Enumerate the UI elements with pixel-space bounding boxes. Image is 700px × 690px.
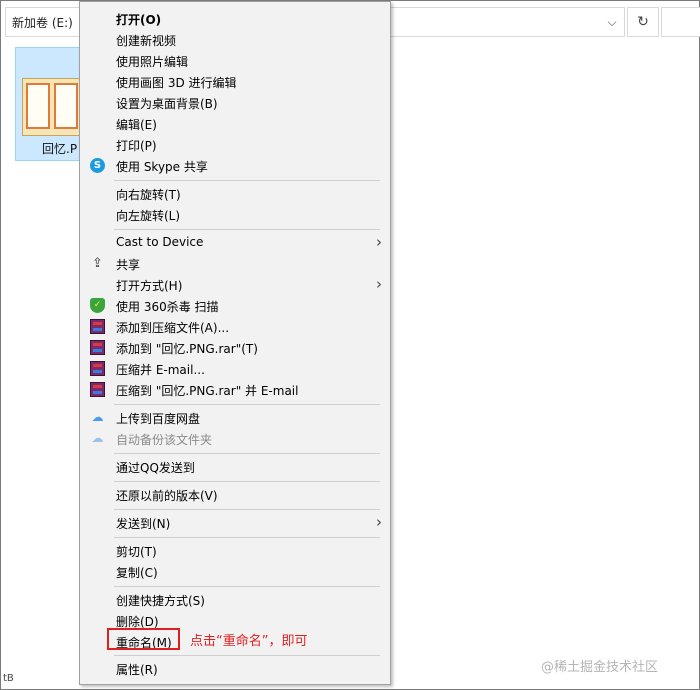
menu-separator bbox=[114, 509, 380, 510]
cloud-icon: ☁ bbox=[91, 431, 104, 445]
shield-icon: ✓ bbox=[90, 298, 105, 313]
cloud-icon: ☁ bbox=[91, 410, 104, 424]
menu-item-edit[interactable]: 编辑(E) bbox=[80, 113, 390, 134]
menu-item-add-to-archive[interactable]: 添加到压缩文件(A)... bbox=[80, 316, 390, 337]
menu-item-edit-photos[interactable]: 使用照片编辑 bbox=[80, 50, 390, 71]
menu-separator bbox=[114, 586, 380, 587]
menu-item-share[interactable]: ⇪ 共享 bbox=[80, 253, 390, 274]
menu-item-label: 剪切(T) bbox=[116, 545, 157, 559]
menu-item-cast-to-device[interactable]: Cast to Device › bbox=[80, 232, 390, 253]
share-icon: ⇪ bbox=[92, 256, 103, 271]
menu-item-label: 向左旋转(L) bbox=[116, 209, 181, 223]
menu-separator bbox=[114, 655, 380, 656]
menu-item-rotate-left[interactable]: 向左旋转(L) bbox=[80, 204, 390, 225]
chevron-down-icon[interactable]: ⌵ bbox=[603, 12, 621, 32]
menu-separator bbox=[114, 453, 380, 454]
menu-item-add-to-rar[interactable]: 添加到 "回忆.PNG.rar"(T) bbox=[80, 337, 390, 358]
menu-item-label: 使用 360杀毒 扫描 bbox=[116, 300, 219, 314]
thumbnail-page-right bbox=[54, 83, 78, 129]
menu-item-label: 上传到百度网盘 bbox=[116, 412, 201, 426]
menu-item-label: 使用照片编辑 bbox=[116, 55, 189, 69]
menu-separator bbox=[114, 180, 380, 181]
menu-item-compress-rar-email[interactable]: 压缩到 "回忆.PNG.rar" 并 E-mail bbox=[80, 379, 390, 400]
status-text: tB bbox=[3, 673, 14, 684]
menu-separator bbox=[114, 481, 380, 482]
menu-item-label: 压缩并 E-mail... bbox=[116, 363, 205, 377]
refresh-button[interactable]: ↻ bbox=[627, 7, 659, 37]
menu-item-create-video[interactable]: 创建新视频 bbox=[80, 29, 390, 50]
menu-item-upload-baidu[interactable]: ☁ 上传到百度网盘 bbox=[80, 407, 390, 428]
skype-icon: S bbox=[90, 158, 105, 173]
menu-item-label: 复制(C) bbox=[116, 566, 158, 580]
chevron-right-icon: › bbox=[376, 275, 382, 293]
menu-item-label: 创建快捷方式(S) bbox=[116, 594, 205, 608]
winrar-icon bbox=[90, 340, 105, 355]
menu-item-label: 使用 Skype 共享 bbox=[116, 160, 208, 174]
address-text: 新加卷 (E:) bbox=[12, 16, 73, 30]
menu-item-send-to[interactable]: 发送到(N) › bbox=[80, 512, 390, 533]
search-input[interactable] bbox=[661, 7, 700, 37]
menu-separator bbox=[114, 404, 380, 405]
annotation-text: 点击“重命名”，即可 bbox=[190, 634, 308, 649]
menu-item-compress-email[interactable]: 压缩并 E-mail... bbox=[80, 358, 390, 379]
chevron-right-icon: › bbox=[376, 513, 382, 531]
watermark: @稀土掘金技术社区 bbox=[541, 660, 659, 675]
menu-item-360-scan[interactable]: ✓ 使用 360杀毒 扫描 bbox=[80, 295, 390, 316]
menu-item-create-shortcut[interactable]: 创建快捷方式(S) bbox=[80, 589, 390, 610]
menu-item-label: 压缩到 "回忆.PNG.rar" 并 E-mail bbox=[116, 384, 299, 398]
menu-item-label: 属性(R) bbox=[116, 663, 158, 677]
menu-item-label: 使用画图 3D 进行编辑 bbox=[116, 76, 237, 90]
menu-item-open-with[interactable]: 打开方式(H) › bbox=[80, 274, 390, 295]
menu-item-rotate-right[interactable]: 向右旋转(T) bbox=[80, 183, 390, 204]
file-item-selected[interactable]: 回忆.P bbox=[15, 47, 89, 161]
menu-item-auto-backup: ☁ 自动备份该文件夹 bbox=[80, 428, 390, 449]
menu-item-label: 自动备份该文件夹 bbox=[116, 433, 213, 447]
menu-item-edit-paint3d[interactable]: 使用画图 3D 进行编辑 bbox=[80, 71, 390, 92]
menu-item-label: 添加到压缩文件(A)... bbox=[116, 321, 230, 335]
menu-item-label: 编辑(E) bbox=[116, 118, 157, 132]
menu-item-label: 打开方式(H) bbox=[116, 279, 183, 293]
menu-separator bbox=[114, 229, 380, 230]
thumbnail-page-left bbox=[26, 83, 50, 129]
menu-item-set-wallpaper[interactable]: 设置为桌面背景(B) bbox=[80, 92, 390, 113]
rename-highlight-box bbox=[107, 628, 180, 650]
winrar-icon bbox=[90, 361, 105, 376]
context-menu: 打开(O) 创建新视频 使用照片编辑 使用画图 3D 进行编辑 设置为桌面背景(… bbox=[79, 1, 391, 685]
file-name-label: 回忆.P bbox=[42, 142, 78, 156]
menu-item-label: 还原以前的版本(V) bbox=[116, 489, 218, 503]
menu-item-label: 打开(O) bbox=[116, 13, 162, 27]
explorer-window: 新加卷 (E:) ⌵ ↻ 回忆.P tB @稀土掘金技术社区 打开(O) 创建新… bbox=[0, 0, 700, 690]
menu-item-label: Cast to Device bbox=[116, 235, 204, 249]
menu-item-send-qq[interactable]: 通过QQ发送到 bbox=[80, 456, 390, 477]
menu-item-label: 打印(P) bbox=[116, 139, 157, 153]
image-thumbnail-icon bbox=[22, 78, 84, 136]
menu-item-label: 设置为桌面背景(B) bbox=[116, 97, 218, 111]
winrar-icon bbox=[90, 382, 105, 397]
menu-item-cut[interactable]: 剪切(T) bbox=[80, 540, 390, 561]
menu-separator bbox=[114, 537, 380, 538]
menu-item-label: 通过QQ发送到 bbox=[116, 461, 195, 475]
menu-item-label: 添加到 "回忆.PNG.rar"(T) bbox=[116, 342, 258, 356]
menu-item-label: 共享 bbox=[116, 258, 141, 272]
menu-item-skype-share[interactable]: S 使用 Skype 共享 bbox=[80, 155, 390, 176]
menu-item-open[interactable]: 打开(O) bbox=[80, 8, 390, 29]
chevron-right-icon: › bbox=[376, 233, 382, 251]
menu-item-restore-versions[interactable]: 还原以前的版本(V) bbox=[80, 484, 390, 505]
menu-item-print[interactable]: 打印(P) bbox=[80, 134, 390, 155]
winrar-icon bbox=[90, 319, 105, 334]
menu-item-label: 创建新视频 bbox=[116, 34, 177, 48]
menu-item-properties[interactable]: 属性(R) bbox=[80, 658, 390, 679]
refresh-icon: ↻ bbox=[637, 14, 649, 30]
menu-item-label: 向右旋转(T) bbox=[116, 188, 181, 202]
menu-item-copy[interactable]: 复制(C) bbox=[80, 561, 390, 582]
menu-item-label: 发送到(N) bbox=[116, 517, 171, 531]
